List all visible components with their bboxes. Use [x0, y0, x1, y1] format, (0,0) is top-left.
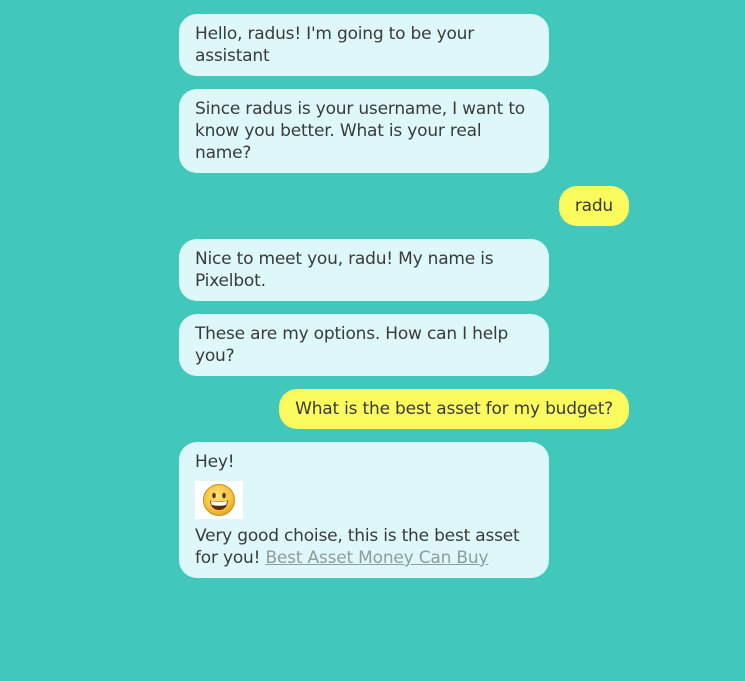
bot-message: Nice to meet you, radu! My name is Pixel… — [179, 239, 549, 301]
grinning-face-icon — [203, 484, 235, 516]
emoji-image-frame — [195, 481, 243, 519]
bot-message-text: Nice to meet you, radu! My name is Pixel… — [195, 249, 494, 291]
user-message-row: radu — [179, 186, 629, 239]
bot-message-text: Since radus is your username, I want to … — [195, 99, 525, 163]
bot-greeting-text: Hey! — [195, 452, 235, 472]
user-message-row: What is the best asset for my budget? — [179, 389, 629, 442]
user-message: radu — [558, 186, 629, 226]
bot-message: Since radus is your username, I want to … — [179, 89, 549, 173]
best-asset-link[interactable]: Best Asset Money Can Buy — [265, 548, 488, 568]
bot-message-with-link: Hey! Very good choise, this is the best … — [179, 442, 549, 578]
user-message-text: What is the best asset for my budget? — [295, 399, 613, 419]
bot-message-text: These are my options. How can I help you… — [195, 324, 509, 366]
bot-message: Hello, radus! I'm going to be your assis… — [179, 14, 549, 76]
user-message: What is the best asset for my budget? — [279, 389, 629, 429]
user-message-text: radu — [574, 196, 613, 216]
bot-message-text: Hello, radus! I'm going to be your assis… — [195, 24, 475, 66]
chat-thread: Hello, radus! I'm going to be your assis… — [179, 14, 629, 591]
bot-message: These are my options. How can I help you… — [179, 314, 549, 376]
